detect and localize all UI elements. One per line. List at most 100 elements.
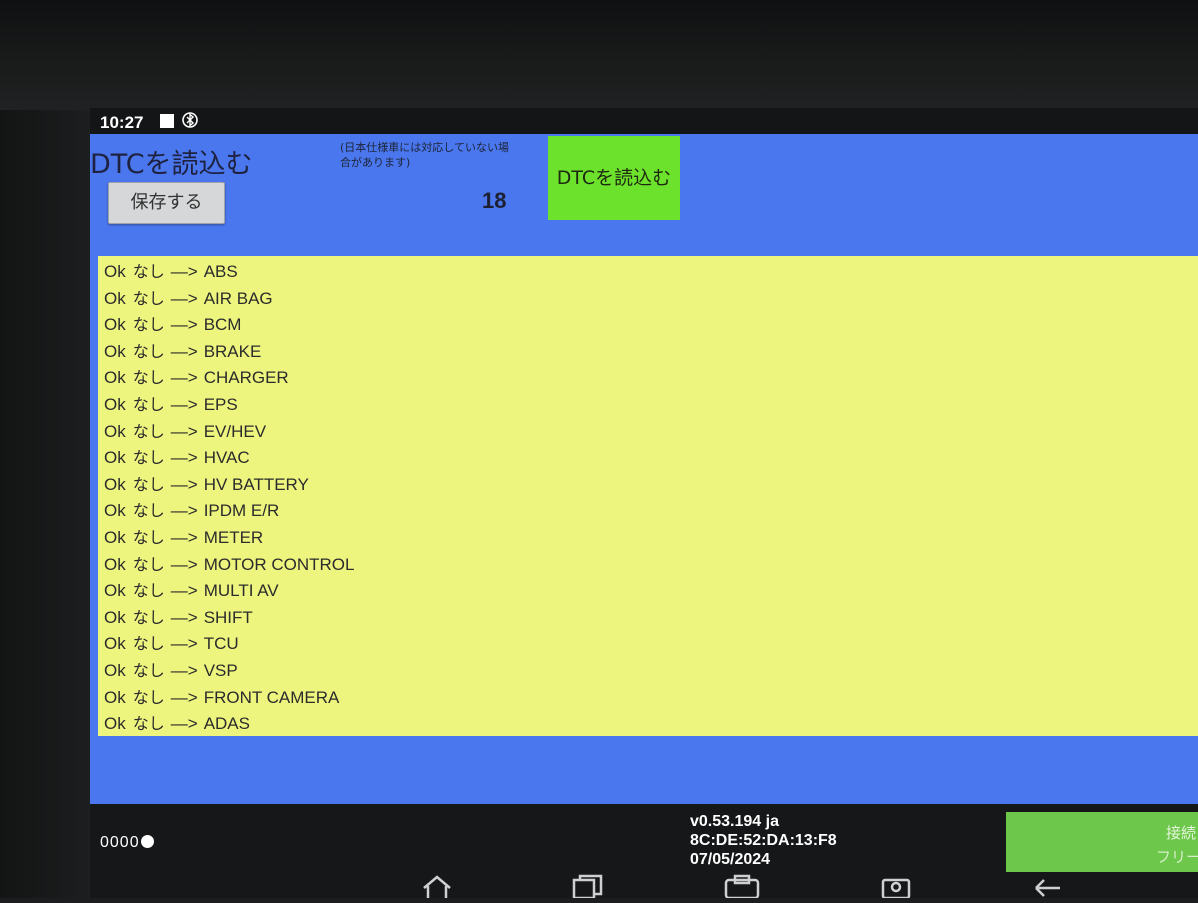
module-name: ADAS (203, 714, 250, 734)
status-time: 10:27 (100, 113, 144, 132)
status-text: Ok (104, 554, 126, 574)
list-item: Ok なし —> AIR BAG (98, 286, 1198, 313)
bluetooth-icon (182, 110, 198, 134)
module-name: HVAC (203, 448, 250, 468)
arrow-text: —> (170, 634, 198, 654)
arrow-text: —> (170, 687, 198, 707)
list-item: Ok なし —> FRONT CAMERA (98, 685, 1198, 712)
device-info: v0.53.194 ja 8C:DE:52:DA:13:F8 07/05/202… (690, 812, 837, 869)
status-text: Ok (104, 315, 126, 335)
status-bar: 10:27 (90, 108, 1198, 134)
status-text: Ok (104, 421, 126, 441)
list-item: Ok なし —> IPDM E/R (98, 498, 1198, 525)
square-icon (160, 114, 174, 128)
indicator-text: 0000 (100, 834, 140, 851)
list-item: Ok なし —> SHIFT (98, 605, 1198, 632)
list-item: Ok なし —> ABS (98, 259, 1198, 286)
module-name: SHIFT (203, 607, 253, 627)
list-item: Ok なし —> BRAKE (98, 339, 1198, 366)
dtc-text: なし (132, 554, 165, 574)
arrow-text: —> (170, 448, 198, 468)
list-item: Ok なし —> CHARGER (98, 365, 1198, 392)
screenshot-icon-alt[interactable] (880, 874, 914, 903)
arrow-text: —> (170, 368, 198, 388)
arrow-text: —> (170, 262, 198, 281)
dtc-text: なし (132, 368, 165, 388)
compatibility-note: (日本仕様車には対応していない場合があります) (340, 141, 509, 169)
arrow-text: —> (170, 394, 198, 414)
list-item: Ok なし —> HV BATTERY (98, 472, 1198, 499)
list-item: Ok なし —> TCU (98, 631, 1198, 658)
module-name: MULTI AV (203, 581, 279, 601)
dtc-count: 18 (482, 188, 507, 213)
module-name: AIR BAG (203, 288, 273, 308)
dtc-text: なし (132, 714, 165, 734)
module-name: IPDM E/R (203, 501, 280, 521)
device-bezel-top (0, 0, 1198, 110)
list-item: Ok なし —> EV/HEV (98, 419, 1198, 446)
status-text: Ok (104, 581, 126, 601)
list-item: Ok なし —> HVAC (98, 445, 1198, 472)
arrow-text: —> (170, 660, 198, 680)
list-item: Ok なし —> MULTI AV (98, 578, 1198, 605)
arrow-text: —> (170, 714, 198, 734)
list-item: Ok なし —> BCM (98, 312, 1198, 339)
module-name: METER (203, 527, 264, 547)
dtc-text: なし (132, 288, 165, 308)
home-icon[interactable] (420, 874, 454, 903)
dtc-text: なし (132, 634, 165, 654)
arrow-text: —> (170, 607, 198, 627)
connect-sublabel: フリー (1156, 848, 1198, 866)
arrow-text: —> (170, 554, 198, 574)
status-text: Ok (104, 341, 126, 361)
list-item: Ok なし —> EPS (98, 392, 1198, 419)
dtc-text: なし (132, 315, 165, 335)
status-text: Ok (104, 394, 126, 414)
dtc-text: なし (132, 262, 165, 281)
dtc-text: なし (132, 687, 165, 707)
arrow-text: —> (170, 474, 198, 494)
dtc-text: なし (132, 581, 165, 601)
connect-button[interactable]: 接続 フリー (1006, 812, 1198, 872)
arrow-text: —> (170, 341, 198, 361)
status-text: Ok (104, 714, 126, 734)
dtc-text: なし (132, 660, 165, 680)
dtc-text: なし (132, 527, 165, 547)
screenshot-icon[interactable] (722, 874, 762, 903)
connect-label: 接続 (1166, 824, 1197, 842)
module-name: HV BATTERY (203, 474, 309, 494)
dtc-text: なし (132, 607, 165, 627)
mac-address: 8C:DE:52:DA:13:F8 (690, 832, 837, 849)
date-text: 07/05/2024 (690, 851, 771, 868)
dtc-result-list[interactable]: Ok なし —> ABS Ok なし —> AIR BAG Ok なし —> BCM Ok なし —>… (98, 256, 1198, 736)
list-item: Ok なし —> ADAS (98, 711, 1198, 738)
status-text: Ok (104, 607, 126, 627)
arrow-text: —> (170, 288, 198, 308)
module-name: BRAKE (203, 341, 262, 361)
module-name: EV/HEV (203, 421, 267, 441)
status-text: Ok (104, 501, 126, 521)
arrow-text: —> (170, 421, 198, 441)
status-text: Ok (104, 687, 126, 707)
read-dtc-button[interactable]: DTCを読込む (548, 136, 680, 220)
dtc-text: なし (132, 341, 165, 361)
status-text: Ok (104, 660, 126, 680)
back-icon[interactable] (1032, 874, 1066, 903)
status-text: Ok (104, 527, 126, 547)
recents-icon[interactable] (571, 874, 605, 903)
dtc-text: なし (132, 474, 165, 494)
indicator-dot (140, 835, 154, 848)
save-button[interactable]: 保存する (108, 182, 225, 224)
status-text: Ok (104, 634, 126, 654)
arrow-text: —> (170, 315, 198, 335)
list-item: Ok なし —> METER (98, 525, 1198, 552)
list-item: Ok なし —> MOTOR CONTROL (98, 552, 1198, 579)
status-text: Ok (104, 262, 126, 281)
module-name: FRONT CAMERA (203, 687, 340, 707)
module-name: CHARGER (203, 368, 289, 388)
arrow-text: —> (170, 581, 198, 601)
arrow-text: —> (170, 501, 198, 521)
dtc-text: なし (132, 421, 165, 441)
module-name: ABS (203, 262, 238, 281)
status-text: Ok (104, 474, 126, 494)
